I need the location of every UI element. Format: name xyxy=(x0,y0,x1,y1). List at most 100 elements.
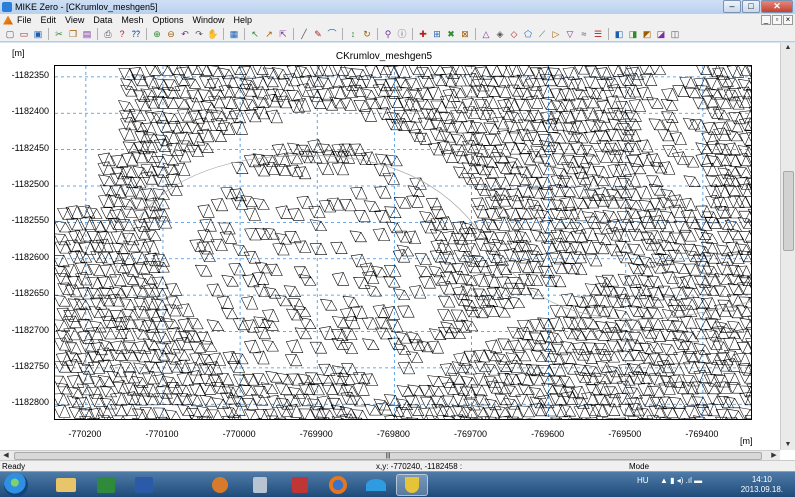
y-tick-label: -1182650 xyxy=(11,288,49,299)
mesh-view: CKrumlov_meshgen5 [m] [m] -1182350 -11824… xyxy=(0,43,795,460)
menu-help[interactable]: Help xyxy=(233,15,252,25)
mesh-plot-area[interactable] xyxy=(54,65,752,420)
y-tick-label: -1182350 xyxy=(11,69,49,80)
copy-icon[interactable]: ❐ xyxy=(67,28,79,40)
export2-icon[interactable]: ◨ xyxy=(627,28,639,40)
document-icon[interactable] xyxy=(3,15,13,25)
horizontal-scrollbar[interactable]: ◀ ||| ▶ xyxy=(0,450,780,460)
toolbar-separator xyxy=(608,27,609,40)
menu-edit[interactable]: Edit xyxy=(41,15,57,25)
delete-arc-icon[interactable]: ⊠ xyxy=(459,28,471,40)
tray-icons[interactable]: ▲ ▮ ◂) .ıl ▬ xyxy=(660,476,702,485)
delete-node-icon[interactable]: ✖ xyxy=(445,28,457,40)
zoom-previous-icon[interactable]: ↶ xyxy=(179,28,191,40)
interpolate-icon[interactable]: ≈ xyxy=(578,28,590,40)
layer-icon[interactable]: ☰ xyxy=(592,28,604,40)
y-tick-label: -1182700 xyxy=(11,324,49,335)
menu-options[interactable]: Options xyxy=(152,15,183,25)
child-minimize-button[interactable]: _ xyxy=(761,15,771,25)
paste-icon[interactable]: ▤ xyxy=(81,28,93,40)
menu-mesh[interactable]: Mesh xyxy=(121,15,143,25)
horizontal-scroll-thumb[interactable]: ||| xyxy=(14,452,762,460)
paint-icon[interactable] xyxy=(204,474,236,496)
y-tick-label: -1182450 xyxy=(11,142,49,153)
find-icon[interactable]: ⚲ xyxy=(382,28,394,40)
firefox-icon[interactable] xyxy=(322,474,354,496)
refine-icon[interactable]: ◇ xyxy=(508,28,520,40)
new-icon[interactable]: ▢ xyxy=(4,28,16,40)
security-shield-icon[interactable] xyxy=(396,474,428,496)
zoom-next-icon[interactable]: ↷ xyxy=(193,28,205,40)
cut-icon[interactable]: ✂ xyxy=(53,28,65,40)
triangulate-icon[interactable]: △ xyxy=(480,28,492,40)
y-tick-label: -1182800 xyxy=(11,397,49,408)
draw-line-icon[interactable]: ╱ xyxy=(298,28,310,40)
rotate-icon[interactable]: ↻ xyxy=(361,28,373,40)
zoom-out-icon[interactable]: ⊖ xyxy=(165,28,177,40)
clock[interactable]: 14:10 2013.09.18. xyxy=(741,475,783,495)
calculator-icon[interactable] xyxy=(244,474,276,496)
status-bar: Ready x,y: -770240, -1182458 : Mode xyxy=(0,460,795,471)
excel-icon[interactable] xyxy=(90,474,122,496)
triangle-icon[interactable]: ▷ xyxy=(550,28,562,40)
menu-view[interactable]: View xyxy=(65,15,84,25)
clock-time: 14:10 xyxy=(751,475,772,484)
child-restore-button[interactable]: ▫ xyxy=(772,15,782,25)
word-icon[interactable] xyxy=(128,474,160,496)
minimize-button[interactable]: – xyxy=(723,0,741,13)
cursor-coordinates: x,y: -770240, -1182458 : xyxy=(376,462,463,471)
edit-mesh-icon[interactable]: ▽ xyxy=(564,28,576,40)
x-tick-label: -770200 xyxy=(68,429,102,439)
open-icon[interactable]: ▭ xyxy=(18,28,30,40)
close-button[interactable]: ✕ xyxy=(761,0,793,13)
add-arc-icon[interactable]: ⊞ xyxy=(431,28,443,40)
scroll-down-arrow-icon[interactable]: ▼ xyxy=(782,440,794,450)
menu-file[interactable]: File xyxy=(17,15,32,25)
pan-icon[interactable]: ✋ xyxy=(207,28,219,40)
edit-arc-icon[interactable]: ⌒ xyxy=(326,28,338,40)
explorer-icon[interactable] xyxy=(50,474,82,496)
toolbar-separator xyxy=(223,27,224,40)
select-node-icon[interactable]: ↗ xyxy=(263,28,275,40)
scroll-up-arrow-icon[interactable]: ▲ xyxy=(782,43,794,53)
y-tick-label: -1182600 xyxy=(11,251,49,262)
triangular-mesh xyxy=(55,66,751,419)
export-icon[interactable]: ◧ xyxy=(613,28,625,40)
save-icon[interactable]: ▣ xyxy=(32,28,44,40)
select-element-icon[interactable]: ⇱ xyxy=(277,28,289,40)
start-button[interactable] xyxy=(4,473,28,497)
export3-icon[interactable]: ◩ xyxy=(641,28,653,40)
context-help-icon[interactable]: ⁇ xyxy=(130,28,142,40)
add-node-icon[interactable]: ✚ xyxy=(417,28,429,40)
maximize-button[interactable]: □ xyxy=(742,0,760,13)
polyline-icon[interactable]: ⟋ xyxy=(536,28,548,40)
vertical-scrollbar[interactable]: ▲ ▼ xyxy=(780,43,795,450)
toolbar-separator xyxy=(293,27,294,40)
export5-icon[interactable]: ◫ xyxy=(669,28,681,40)
grid-icon[interactable]: ▦ xyxy=(228,28,240,40)
zoom-in-icon[interactable]: ⊕ xyxy=(151,28,163,40)
x-tick-label: -769600 xyxy=(531,429,565,439)
mesh-canvas[interactable] xyxy=(55,66,752,420)
child-close-button[interactable]: × xyxy=(783,15,793,25)
polygon-icon[interactable]: ⬠ xyxy=(522,28,534,40)
toolbar-separator xyxy=(48,27,49,40)
toolbar-separator xyxy=(412,27,413,40)
smooth-icon[interactable]: ◈ xyxy=(494,28,506,40)
x-axis-unit: [m] xyxy=(740,436,753,446)
language-indicator[interactable]: HU xyxy=(637,476,649,485)
help-icon[interactable]: ? xyxy=(116,28,128,40)
toolbar-separator xyxy=(377,27,378,40)
y-tick-label: -1182550 xyxy=(11,215,49,226)
menu-window[interactable]: Window xyxy=(192,15,224,25)
menu-data[interactable]: Data xyxy=(93,15,112,25)
move-icon[interactable]: ↕ xyxy=(347,28,359,40)
floppy-save-icon[interactable] xyxy=(284,474,316,496)
vertical-scroll-thumb[interactable] xyxy=(783,171,794,251)
mike-zero-taskbar-icon[interactable] xyxy=(360,474,392,496)
select-icon[interactable]: ↖ xyxy=(249,28,261,40)
print-icon[interactable]: ⎙ xyxy=(102,28,114,40)
edit-line-icon[interactable]: ✎ xyxy=(312,28,324,40)
node-info-icon[interactable]: ⓘ xyxy=(396,28,408,40)
export4-icon[interactable]: ◪ xyxy=(655,28,667,40)
